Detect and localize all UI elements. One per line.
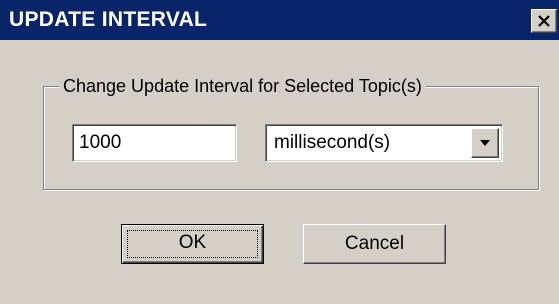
unit-select-dropdown-button[interactable]	[471, 128, 499, 158]
interval-value: 1000	[79, 132, 122, 153]
unit-select-value: millisecond(s)	[274, 132, 391, 153]
ok-button-label: OK	[178, 232, 207, 253]
unit-select[interactable]: millisecond(s)	[265, 124, 503, 162]
update-interval-dialog: UPDATE INTERVAL Change Update Interval f…	[0, 0, 559, 304]
cancel-button-label: Cancel	[344, 233, 405, 254]
close-icon	[538, 15, 550, 27]
cancel-button[interactable]: Cancel	[303, 224, 446, 264]
group-label: Change Update Interval for Selected Topi…	[59, 75, 426, 97]
ok-button[interactable]: OK	[121, 224, 264, 264]
dialog-title: UPDATE INTERVAL	[9, 8, 208, 31]
interval-input[interactable]: 1000	[72, 124, 237, 162]
chevron-down-icon	[480, 140, 490, 146]
close-button[interactable]	[531, 9, 557, 33]
title-bar[interactable]: UPDATE INTERVAL	[0, 0, 559, 40]
